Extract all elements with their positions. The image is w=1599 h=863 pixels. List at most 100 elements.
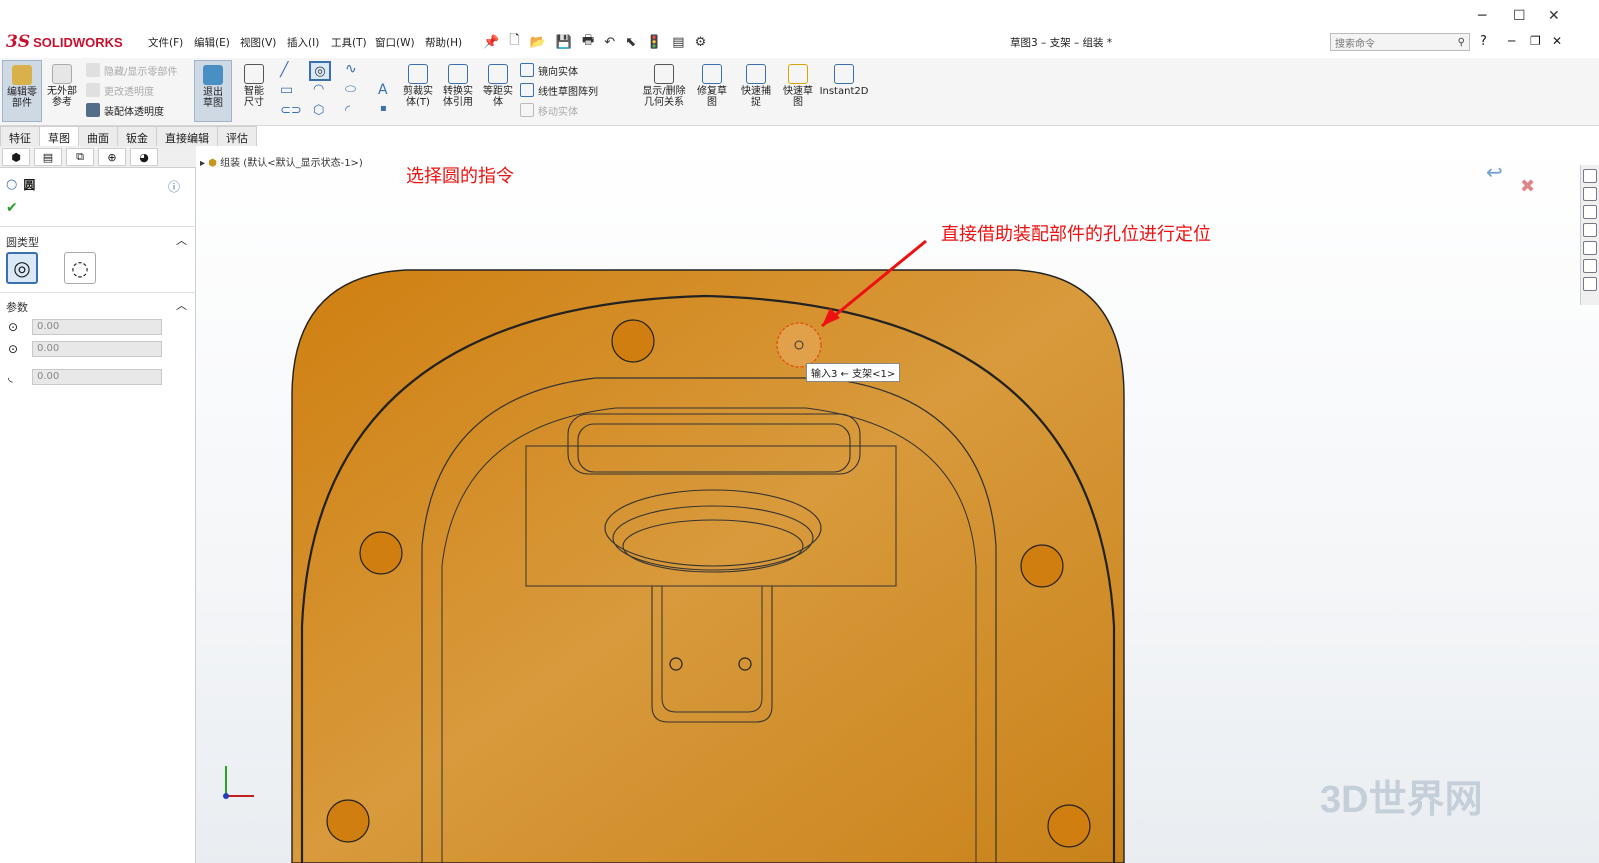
- minimize-icon[interactable]: ─: [1478, 8, 1486, 24]
- search-icon[interactable]: ⚲: [1458, 37, 1465, 48]
- collapse-icon[interactable]: ︿: [176, 232, 187, 248]
- linear-pattern-label: 线性草图阵列: [538, 86, 598, 98]
- trim-button[interactable]: 剪裁实体(T): [400, 64, 436, 108]
- menu-help[interactable]: 帮助(H): [425, 35, 462, 50]
- undo-icon[interactable]: ↶: [604, 35, 615, 50]
- text-icon[interactable]: A: [378, 82, 388, 98]
- new-doc-icon[interactable]: 🗋: [509, 31, 519, 53]
- save-icon[interactable]: 💾: [556, 35, 572, 50]
- circle-icon: ◎: [314, 63, 326, 79]
- maximize-icon[interactable]: ☐: [1513, 8, 1526, 24]
- tab-features[interactable]: 特征: [0, 126, 40, 146]
- pin-icon[interactable]: 📌: [483, 35, 499, 50]
- slot-icon[interactable]: ⊂⊃: [280, 103, 302, 118]
- snap-tooltip: 输入3 ← 支架<1>: [806, 363, 901, 382]
- edit-part-button[interactable]: 编辑零部件: [2, 60, 42, 122]
- menu-view[interactable]: 视图(V): [240, 35, 276, 50]
- center-y-field[interactable]: 0.00: [32, 341, 162, 357]
- smart-dim-icon: [244, 64, 264, 84]
- polygon-icon[interactable]: ⬡: [313, 103, 324, 118]
- center-x-field[interactable]: 0.00: [32, 319, 162, 335]
- convert-entities-button[interactable]: 转换实体引用: [440, 64, 476, 108]
- mount-hole-5: [1047, 804, 1091, 848]
- config-tab-icon[interactable]: ⧉: [66, 148, 94, 166]
- mirror-button[interactable]: 镜向实体: [520, 60, 578, 80]
- change-transparency-button[interactable]: 更改透明度: [86, 80, 154, 100]
- feature-tree-tab-icon[interactable]: ⬢: [2, 148, 30, 166]
- collapse-icon[interactable]: ︿: [176, 297, 187, 313]
- radius-field[interactable]: 0.00: [32, 369, 162, 385]
- perimeter-circle-button[interactable]: ◌: [64, 252, 96, 284]
- menu-edit[interactable]: 编辑(E): [194, 35, 230, 50]
- assembly-transparency-button[interactable]: 装配体透明度: [86, 100, 164, 120]
- graphics-area[interactable]: ▸ ⬢ 组装 (默认<默认_显示状态-1>) 输入3 ← 支架<1> 选择圆的指…: [196, 146, 1599, 863]
- file-props-icon[interactable]: ▤: [672, 35, 684, 50]
- confirm-corner-icon[interactable]: ↩: [1486, 160, 1503, 184]
- select-icon[interactable]: ⬉: [625, 35, 636, 50]
- show-relations-button[interactable]: 显示/删除几何关系: [640, 64, 688, 108]
- tab-sheet-metal[interactable]: 钣金: [117, 126, 157, 146]
- doc-minimize-icon[interactable]: ─: [1508, 34, 1515, 48]
- tab-direct-edit[interactable]: 直接编辑: [156, 126, 218, 146]
- center-circle-button[interactable]: ◎: [6, 252, 38, 284]
- relations-icon: [654, 64, 674, 84]
- design-library-icon[interactable]: [1583, 205, 1597, 219]
- ok-check-icon[interactable]: ✔: [6, 200, 18, 216]
- no-external-ref-button[interactable]: 无外部参考: [44, 64, 80, 108]
- cancel-corner-icon[interactable]: ✖: [1520, 176, 1535, 197]
- trim-icon: [408, 64, 428, 84]
- menu-window[interactable]: 窗口(W): [375, 35, 415, 50]
- fillet-icon[interactable]: ◜: [345, 103, 350, 118]
- assembly-transparency-label: 装配体透明度: [104, 106, 164, 118]
- help-circle-icon[interactable]: ⓘ: [168, 178, 180, 195]
- tab-evaluate[interactable]: 评估: [217, 126, 257, 146]
- menu-insert[interactable]: 插入(I): [287, 35, 319, 50]
- arc-icon[interactable]: ◠: [313, 82, 324, 97]
- convert-icon: [448, 64, 468, 84]
- circle-tool-button[interactable]: ◎: [309, 61, 331, 81]
- command-tabs: 特征 草图 曲面 钣金 直接编辑 评估: [0, 126, 290, 146]
- rectangle-icon[interactable]: ▭: [280, 82, 293, 98]
- hide-show-button[interactable]: 隐藏/显示零部件: [86, 60, 177, 80]
- tab-surfaces[interactable]: 曲面: [78, 126, 118, 146]
- rebuild-icon[interactable]: 🚦: [646, 35, 662, 50]
- options-icon[interactable]: ⚙: [695, 35, 707, 50]
- ellipse-icon[interactable]: ⬭: [345, 82, 356, 97]
- repair-sketch-button[interactable]: 修复草图: [694, 64, 730, 108]
- forum-icon[interactable]: [1583, 277, 1597, 291]
- resources-icon[interactable]: [1583, 187, 1597, 201]
- tab-sketch[interactable]: 草图: [39, 126, 79, 146]
- linear-pattern-icon: [520, 83, 534, 97]
- offset-entities-button[interactable]: 等距实体: [480, 64, 516, 108]
- linear-pattern-button[interactable]: 线性草图阵列: [520, 80, 598, 100]
- line-icon[interactable]: ╱: [280, 62, 288, 78]
- print-icon[interactable]: 🖶: [582, 31, 594, 53]
- help-icon[interactable]: ?: [1480, 34, 1487, 49]
- doc-restore-icon[interactable]: ❐: [1530, 34, 1541, 48]
- close-icon[interactable]: ✕: [1548, 8, 1560, 24]
- property-tab-icon[interactable]: ▤: [34, 148, 62, 166]
- brand-name: SOLIDWORKS: [33, 34, 123, 50]
- spline-icon[interactable]: ∿: [345, 61, 357, 77]
- search-input[interactable]: 搜索命令 ⚲: [1330, 33, 1470, 51]
- instant2d-button[interactable]: Instant2D: [820, 64, 868, 97]
- display-tab-icon[interactable]: ◕: [130, 148, 158, 166]
- rapid-sketch-label: 快速草图: [783, 86, 813, 108]
- home-icon[interactable]: [1583, 169, 1597, 183]
- menu-tools[interactable]: 工具(T): [331, 35, 367, 50]
- rapid-sketch-button[interactable]: 快速草图: [780, 64, 816, 108]
- file-explorer-icon[interactable]: [1583, 223, 1597, 237]
- doc-close-icon[interactable]: ✕: [1552, 34, 1562, 48]
- menu-file[interactable]: 文件(F): [148, 35, 183, 50]
- point-icon[interactable]: ▪: [380, 103, 387, 114]
- custom-props-icon[interactable]: [1583, 259, 1597, 273]
- dimxpert-tab-icon[interactable]: ⊕: [98, 148, 126, 166]
- appearances-icon[interactable]: [1583, 241, 1597, 255]
- smart-dimension-button[interactable]: 智能尺寸: [236, 64, 272, 108]
- title-bar: ─ ☐ ✕: [0, 0, 1599, 30]
- open-icon[interactable]: 📂: [530, 35, 546, 50]
- move-entities-button[interactable]: 移动实体: [520, 100, 578, 120]
- exit-sketch-button[interactable]: 退出草图: [194, 60, 232, 122]
- quick-snaps-button[interactable]: 快速捕捉: [738, 64, 774, 108]
- sketch-circle-preview[interactable]: [776, 322, 822, 368]
